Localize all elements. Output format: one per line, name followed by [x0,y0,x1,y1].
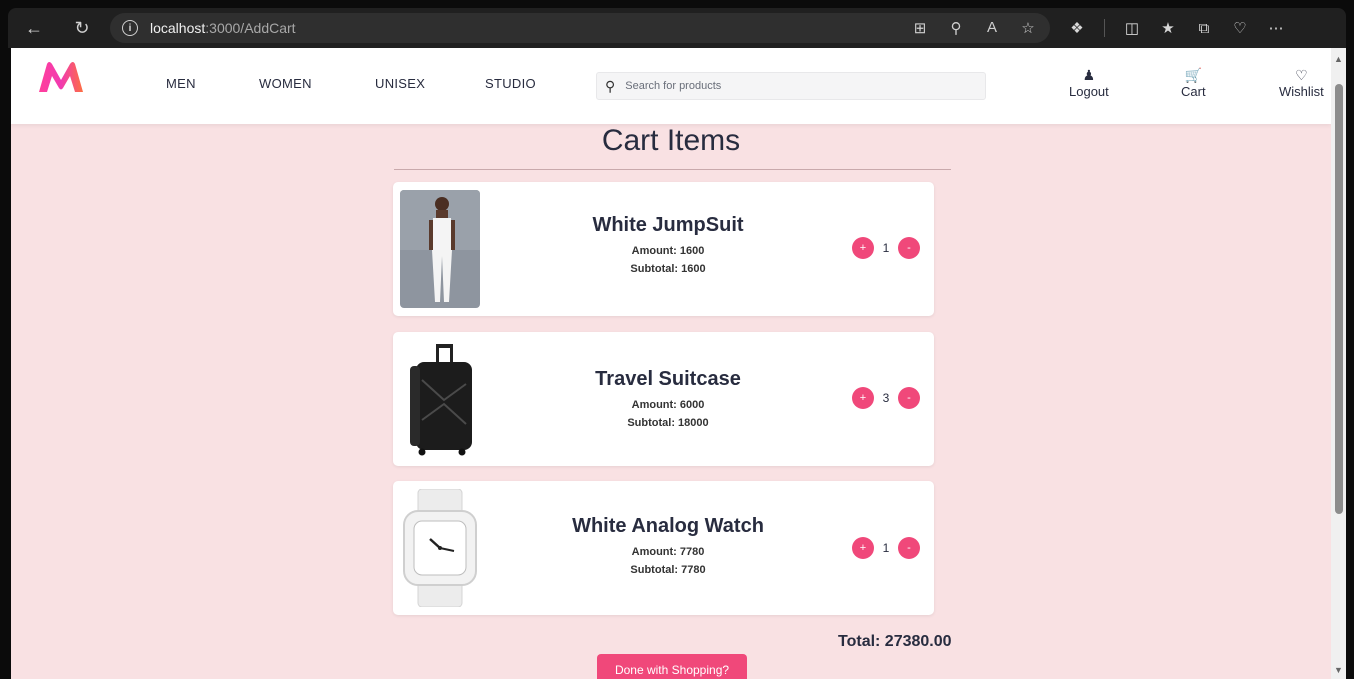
product-image-jumpsuit[interactable] [400,190,480,308]
nav-studio[interactable]: STUDIO [485,76,536,91]
vertical-scrollbar[interactable]: ▲ ▼ [1331,48,1346,679]
decrease-qty-button[interactable]: - [898,387,920,409]
logout-label: Logout [1069,84,1109,99]
increase-qty-button[interactable]: + [852,537,874,559]
item-name: White Analog Watch [572,515,764,537]
quantity-stepper: + 1 - [852,237,920,259]
scroll-down-icon[interactable]: ▼ [1334,665,1343,675]
item-name: Travel Suitcase [595,368,741,390]
item-name: White JumpSuit [592,214,744,236]
decrease-qty-button[interactable]: - [898,237,920,259]
cart-total: Total: 27380.00 [838,633,952,650]
item-subtotal: Subtotal: 18000 [627,417,709,429]
quantity-stepper: + 3 - [852,387,920,409]
toolbar-divider [1104,19,1105,37]
nav-men[interactable]: MEN [166,76,196,91]
done-shopping-button[interactable]: Done with Shopping? [597,654,747,679]
reload-icon[interactable]: ↻ [68,14,96,42]
cart-item: White JumpSuit Amount: 1600 Subtotal: 16… [393,182,934,316]
url-path: :3000/AddCart [205,20,296,36]
nav-unisex[interactable]: UNISEX [375,76,425,91]
browser-toolbar: ← ↻ i localhost:3000/AddCart ⊞ ⚲ A ☆ ❖ ◫… [8,8,1346,48]
increase-qty-button[interactable]: + [852,387,874,409]
url-host: localhost [150,20,206,36]
app-install-icon[interactable]: ⊞ [912,19,928,37]
search-icon[interactable]: ⚲ [605,78,615,95]
quantity-stepper: + 1 - [852,537,920,559]
item-amount: Amount: 7780 [631,546,705,558]
increase-qty-button[interactable]: + [852,237,874,259]
info-icon[interactable]: i [122,20,138,36]
page-title: Cart Items [601,124,741,157]
heart-icon: ♡ [1295,67,1308,83]
favorites-icon[interactable]: ★ [1159,19,1177,37]
cart-button[interactable]: 🛒 Cart [1181,68,1206,99]
search-input[interactable] [625,80,966,92]
page-viewport: MEN WOMEN UNISEX STUDIO ⚲ ♟ Logout 🛒 Car… [11,48,1331,679]
quantity-value: 3 [882,391,890,405]
address-bar[interactable]: i localhost:3000/AddCart ⊞ ⚲ A ☆ [110,13,1050,43]
item-subtotal: Subtotal: 7780 [630,564,706,576]
split-screen-icon[interactable]: ◫ [1123,19,1141,37]
decrease-qty-button[interactable]: - [898,537,920,559]
item-info: Travel Suitcase Amount: 6000 Subtotal: 1… [533,368,803,429]
item-amount: Amount: 6000 [631,399,705,411]
product-image-watch[interactable] [400,489,480,607]
scroll-up-icon[interactable]: ▲ [1334,54,1343,64]
title-divider [394,169,951,170]
site-header: MEN WOMEN UNISEX STUDIO ⚲ ♟ Logout 🛒 Car… [11,48,1331,124]
zoom-icon[interactable]: ⚲ [948,19,964,37]
item-info: White Analog Watch Amount: 7780 Subtotal… [533,515,803,576]
cart-item: Travel Suitcase Amount: 6000 Subtotal: 1… [393,332,934,466]
item-info: White JumpSuit Amount: 1600 Subtotal: 16… [533,214,803,275]
item-amount: Amount: 1600 [631,245,705,257]
product-image-suitcase[interactable] [400,340,480,458]
quantity-value: 1 [882,241,890,255]
quantity-value: 1 [882,541,890,555]
collections-icon[interactable]: ⧉ [1195,20,1213,37]
user-icon: ♟ [1082,67,1096,83]
logout-button[interactable]: ♟ Logout [1069,68,1109,99]
cart-icon: 🛒 [1184,67,1202,83]
browser-essentials-icon[interactable]: ♡ [1231,19,1249,37]
scroll-thumb[interactable] [1335,84,1343,514]
cart-item: White Analog Watch Amount: 7780 Subtotal… [393,481,934,615]
cart-label: Cart [1181,84,1206,99]
item-subtotal: Subtotal: 1600 [630,263,706,275]
wishlist-label: Wishlist [1279,84,1324,99]
wishlist-button[interactable]: ♡ Wishlist [1279,68,1324,99]
nav-women[interactable]: WOMEN [259,76,312,91]
extensions-icon[interactable]: ❖ [1068,19,1086,37]
back-arrow-icon[interactable]: ← [20,14,48,42]
brand-logo-icon[interactable] [37,60,85,94]
read-aloud-icon[interactable]: A [984,19,1000,37]
more-menu-icon[interactable]: ⋯ [1267,19,1285,37]
favorite-star-icon[interactable]: ☆ [1020,19,1036,37]
search-box: ⚲ [596,72,986,100]
